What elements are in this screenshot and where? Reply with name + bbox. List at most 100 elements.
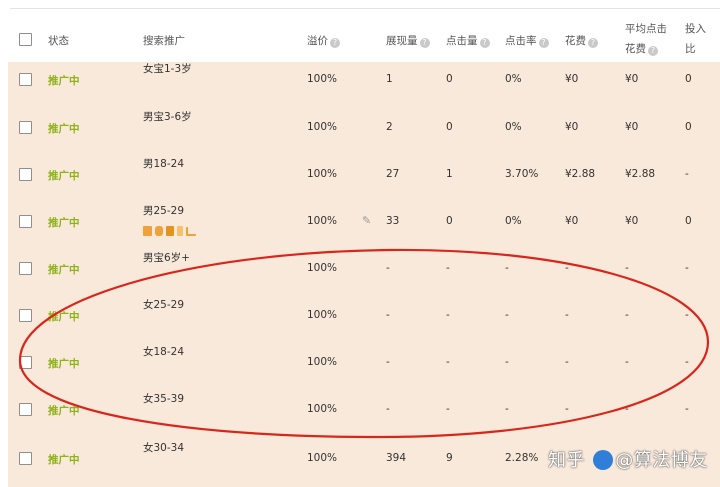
header-avg-cpc[interactable]: 花费?	[625, 41, 658, 56]
cost-value: -	[565, 356, 569, 368]
status-label: 推广中	[48, 217, 80, 229]
table-row[interactable]: 推广中 男宝3-6岁 100% 2 0 0% ¥0 ¥0 0	[8, 109, 720, 157]
keyword-name[interactable]: 女宝1-3岁	[143, 61, 192, 76]
row-checkbox[interactable]	[19, 452, 32, 465]
row-checkbox[interactable]	[19, 73, 32, 86]
help-icon[interactable]: ?	[330, 38, 340, 48]
edit-premium-icon[interactable]: ✎	[362, 214, 371, 227]
header-clicks-label: 点击量	[446, 35, 478, 47]
keyword-name[interactable]: 女30-34	[143, 440, 184, 455]
help-icon[interactable]: ?	[538, 38, 549, 48]
impressions-value: 2	[386, 121, 393, 133]
keyword-name[interactable]: 男宝6岁+	[143, 250, 190, 265]
clicks-value: 1	[446, 168, 453, 180]
select-all-checkbox[interactable]	[19, 33, 32, 46]
roi-value: -	[685, 309, 689, 321]
row-checkbox[interactable]	[19, 356, 32, 369]
row-action-icons	[143, 226, 199, 238]
table-row[interactable]: 推广中 女25-29 100% - - - - - -	[8, 297, 720, 345]
row-checkbox[interactable]	[19, 121, 32, 134]
table-row[interactable]: 推广中 女18-24 100% - - - - - -	[8, 344, 720, 392]
header-premium[interactable]: 溢价?	[307, 33, 340, 48]
premium-value: 100%	[307, 403, 338, 415]
roi-value: -	[685, 356, 689, 368]
clicks-value: 0	[446, 73, 453, 85]
header-impressions[interactable]: 展现量?	[386, 33, 430, 48]
header-ctr[interactable]: 点击率?	[505, 33, 549, 48]
roi-value: 0	[685, 215, 692, 227]
impressions-value: -	[386, 356, 390, 368]
header-avg-cpc-line1[interactable]: 平均点击	[625, 21, 667, 36]
report-table-screenshot: 状态 搜索推广 溢价? 展现量? 点击量? 点击率? 花费? 平均点击 花费? …	[0, 0, 720, 487]
status-label: 推广中	[48, 123, 80, 135]
top-divider	[10, 8, 720, 9]
impressions-value: -	[386, 403, 390, 415]
header-clicks[interactable]: 点击量?	[446, 33, 490, 48]
keyword-name[interactable]: 男宝3-6岁	[143, 109, 192, 124]
status-label: 推广中	[48, 358, 80, 370]
avg-cpc-value: ¥2.88	[625, 168, 656, 180]
avg-cpc-value: -	[625, 262, 629, 274]
zhihu-logo-icon	[593, 450, 614, 470]
ctr-value: 3.70%	[505, 168, 539, 180]
trend-chart-icon[interactable]	[186, 227, 196, 236]
impressions-value: 27	[386, 168, 400, 180]
ctr-value: -	[505, 403, 509, 415]
row-checkbox[interactable]	[19, 168, 32, 181]
status-label: 推广中	[48, 311, 80, 323]
pause-icon[interactable]	[143, 226, 152, 236]
premium-value: 100%	[307, 168, 338, 180]
help-icon[interactable]: ?	[479, 38, 490, 48]
clicks-value: 9	[446, 452, 453, 464]
table-row[interactable]: 推广中 女宝1-3岁 100% 1 0 0% ¥0 ¥0 0	[8, 62, 720, 110]
keyword-name[interactable]: 女18-24	[143, 344, 184, 359]
keyword-name[interactable]: 女35-39	[143, 391, 184, 406]
cost-value: ¥0	[565, 73, 579, 85]
keyword-name[interactable]: 男25-29	[143, 203, 184, 218]
status-label: 推广中	[48, 75, 80, 87]
status-label: 推广中	[48, 264, 80, 276]
status-label: 推广中	[48, 405, 80, 417]
clicks-value: -	[446, 262, 450, 274]
table-row[interactable]: 推广中 男25-29 100% ✎ 33 0 0% ¥0 ¥0 0	[8, 203, 720, 251]
help-icon[interactable]: ?	[588, 38, 598, 48]
cost-value: ¥2.88	[565, 168, 596, 180]
ctr-value: 0%	[505, 121, 522, 133]
status-label: 推广中	[48, 170, 80, 182]
table-row[interactable]: 推广中 男宝6岁+ 100% - - - - - -	[8, 250, 720, 298]
header-cost[interactable]: 花费?	[565, 33, 598, 48]
avg-cpc-value: -	[625, 309, 629, 321]
watermark-prefix: 知乎	[548, 450, 585, 471]
ctr-value: -	[505, 309, 509, 321]
impressions-value: 394	[386, 452, 407, 464]
table-row[interactable]: 推广中 女35-39 100% - - - - - -	[8, 391, 720, 439]
impressions-value: -	[386, 262, 390, 274]
cost-value: -	[565, 262, 569, 274]
keyword-name[interactable]: 女25-29	[143, 297, 184, 312]
clicks-value: 0	[446, 121, 453, 133]
header-keyword[interactable]: 搜索推广	[143, 33, 185, 48]
delete-icon[interactable]	[166, 226, 174, 236]
row-checkbox[interactable]	[19, 403, 32, 416]
table-header: 状态 搜索推广 溢价? 展现量? 点击量? 点击率? 花费? 平均点击 花费? …	[8, 10, 720, 63]
header-roi-line1[interactable]: 投入	[685, 21, 706, 36]
row-checkbox[interactable]	[19, 215, 32, 228]
roi-value: 0	[685, 73, 692, 85]
help-icon[interactable]: ?	[419, 38, 430, 48]
premium-value: 100%	[307, 215, 338, 227]
keyword-name[interactable]: 男18-24	[143, 156, 184, 171]
table-row[interactable]: 推广中 男18-24 100% 27 1 3.70% ¥2.88 ¥2.88 -	[8, 156, 720, 204]
row-checkbox[interactable]	[19, 262, 32, 275]
header-roi-line2[interactable]: 比	[685, 41, 696, 56]
status-label: 推广中	[48, 454, 80, 466]
avg-cpc-value: -	[625, 403, 629, 415]
ctr-value: 2.28%	[505, 452, 539, 464]
row-checkbox[interactable]	[19, 309, 32, 322]
clicks-value: -	[446, 403, 450, 415]
header-status[interactable]: 状态	[48, 33, 69, 48]
premium-value: 100%	[307, 121, 338, 133]
roi-value: -	[685, 262, 689, 274]
edit-icon[interactable]	[177, 226, 183, 236]
help-icon[interactable]: ?	[648, 46, 658, 56]
copy-icon[interactable]	[155, 226, 163, 236]
